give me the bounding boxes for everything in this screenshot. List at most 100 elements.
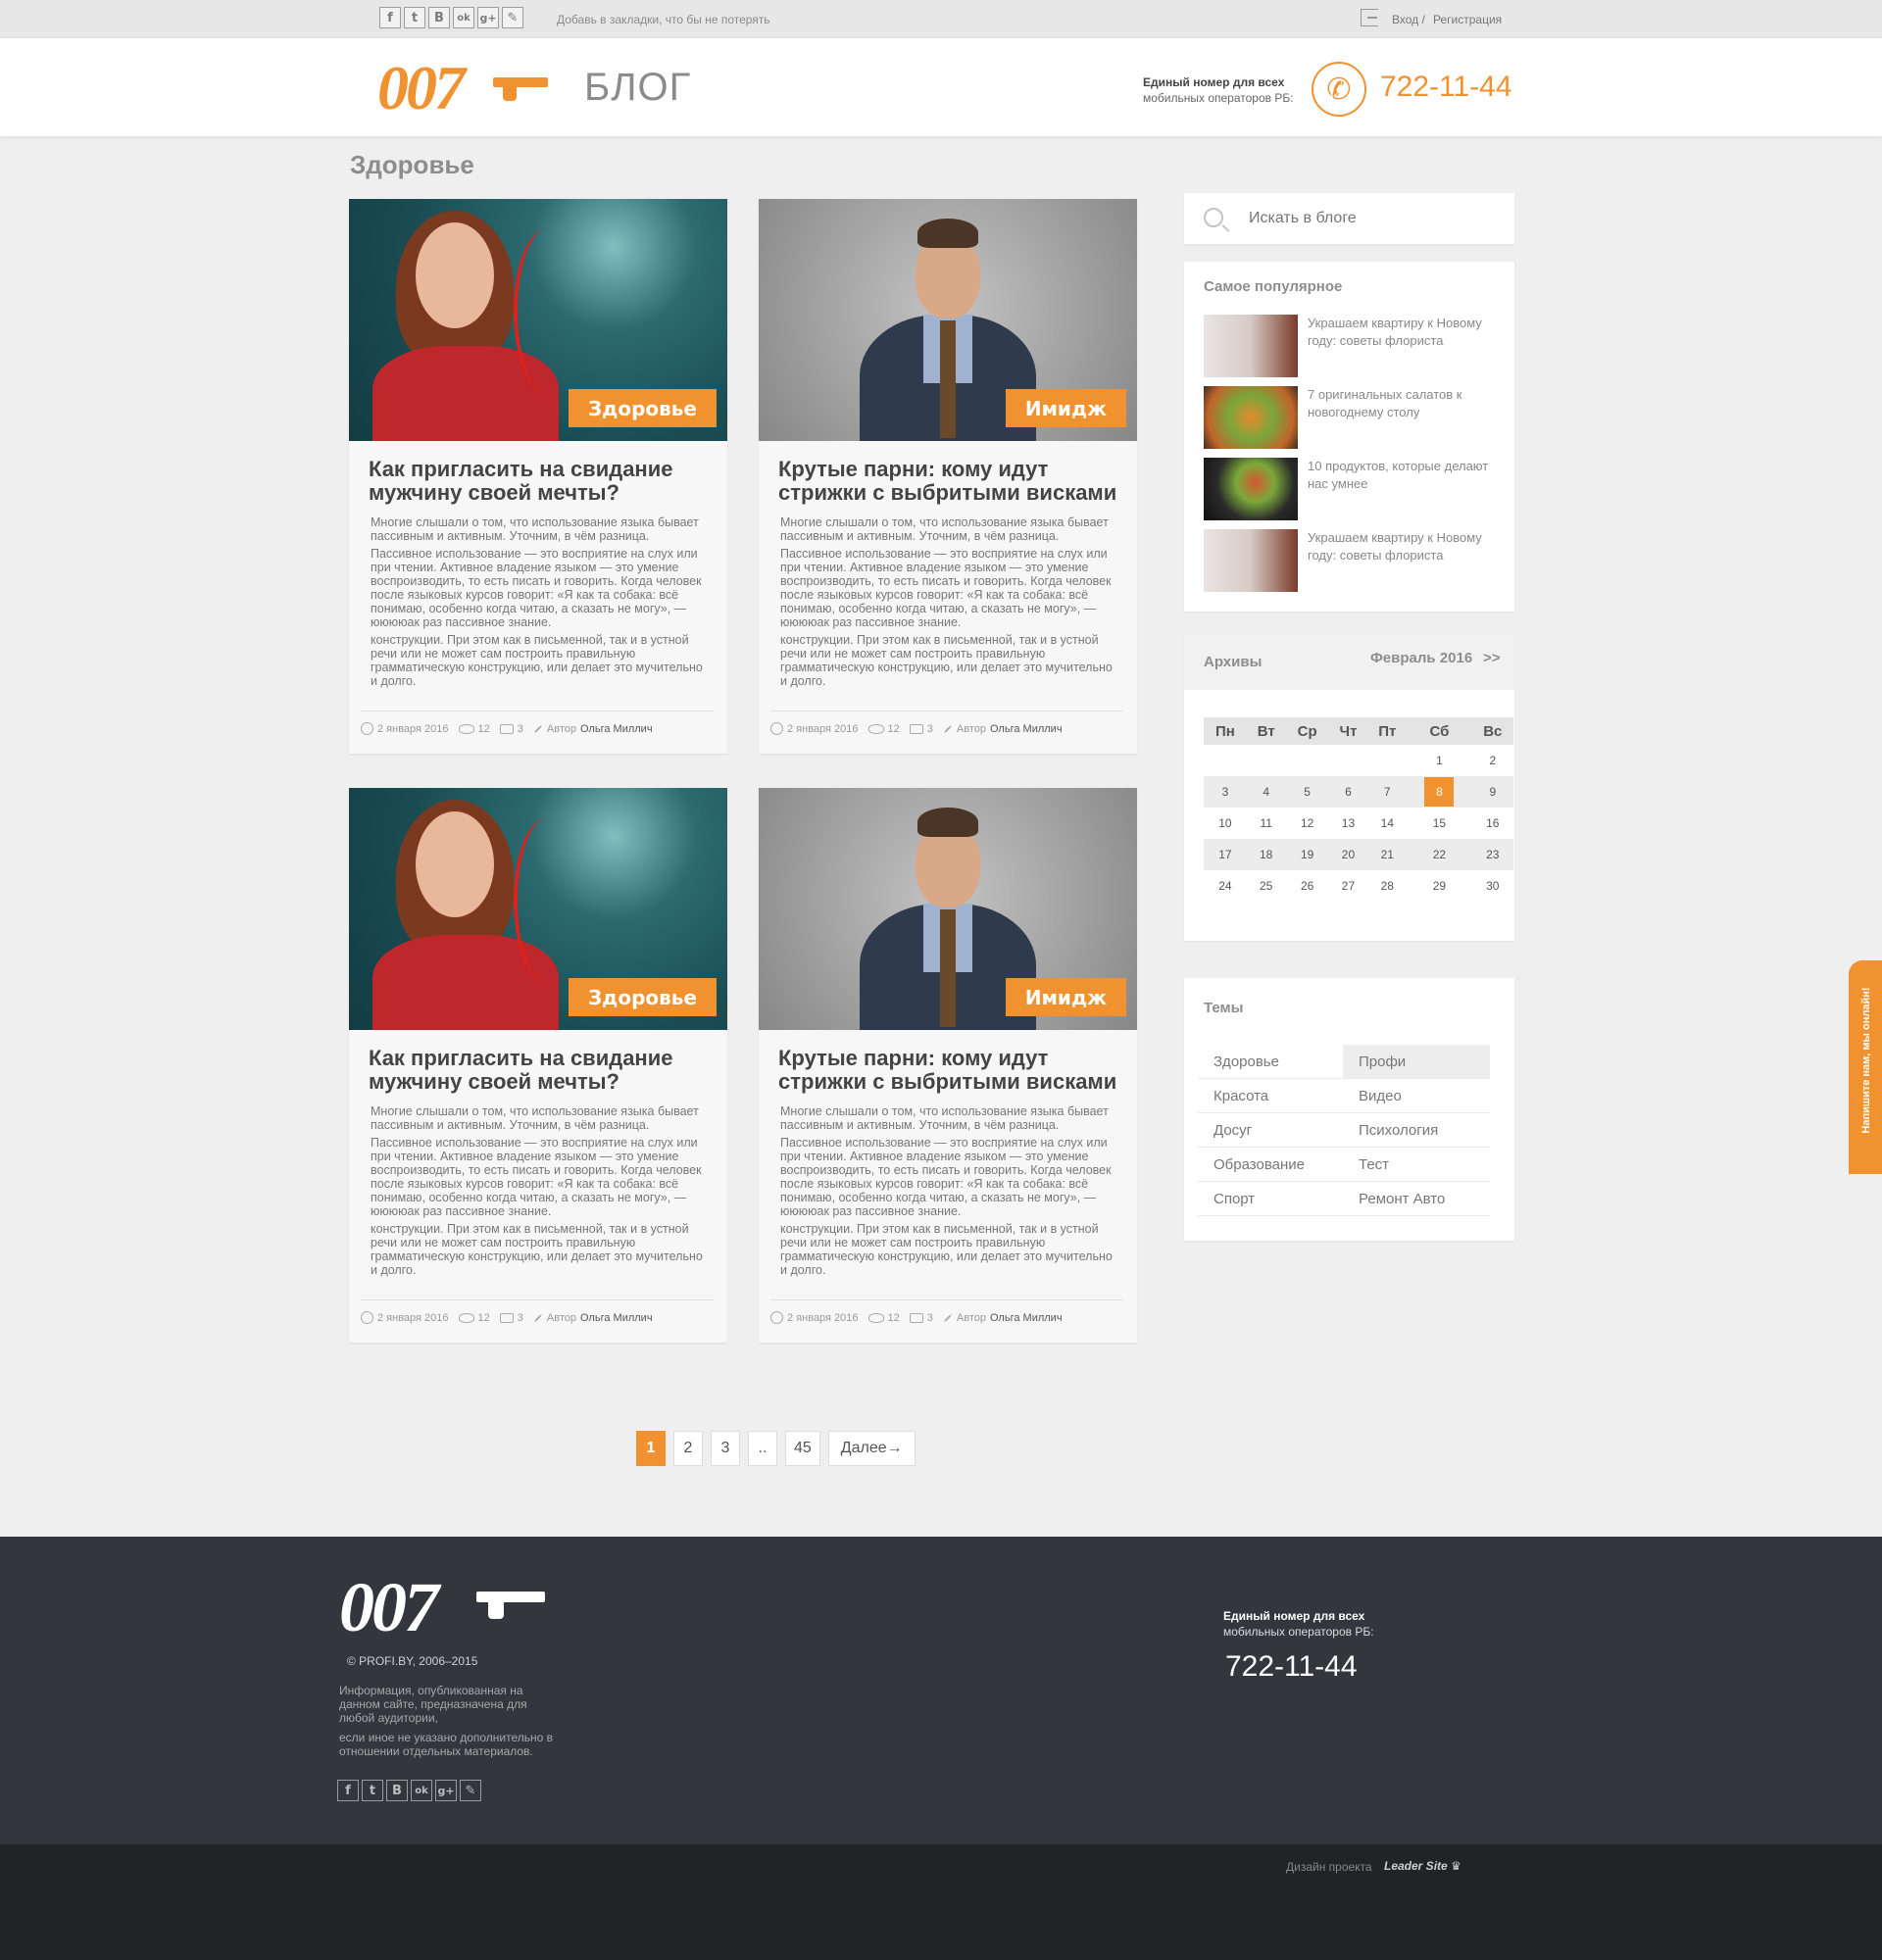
- vk-icon[interactable]: B: [428, 7, 450, 28]
- author-name[interactable]: Ольга Миллич: [990, 723, 1063, 735]
- article-card[interactable]: Имидж Крутые парни: кому идут стрижки с …: [759, 788, 1137, 1343]
- calendar-day[interactable]: 27: [1329, 870, 1368, 902]
- design-credit-brand[interactable]: Leader Site ♛: [1384, 1859, 1461, 1873]
- calendar-day[interactable]: 30: [1472, 870, 1513, 902]
- popular-item-title[interactable]: Украшаем квартиру к Новому году: советы …: [1308, 315, 1498, 377]
- calendar-day[interactable]: 23: [1471, 839, 1513, 870]
- theme-link[interactable]: Ремонт Авто: [1343, 1182, 1490, 1216]
- search-icon[interactable]: [1204, 208, 1223, 227]
- calendar-day[interactable]: 16: [1472, 808, 1513, 839]
- category-tag[interactable]: Здоровье: [568, 978, 717, 1016]
- popular-thumbnail[interactable]: [1204, 386, 1298, 449]
- next-page-button[interactable]: Далее→: [827, 1431, 916, 1466]
- article-title[interactable]: Крутые парни: кому идут стрижки с выбрит…: [778, 458, 1121, 505]
- footer-phone[interactable]: 722-11-44: [1225, 1650, 1358, 1684]
- register-link[interactable]: Регистрация: [1433, 13, 1502, 26]
- livejournal-icon[interactable]: ✎: [502, 7, 523, 28]
- popular-item[interactable]: 7 оригинальных салатов к новогоднему сто…: [1204, 386, 1498, 449]
- author-name[interactable]: Ольга Миллич: [580, 723, 653, 735]
- calendar-day[interactable]: 21: [1367, 839, 1408, 870]
- calendar-day[interactable]: 17: [1204, 839, 1247, 870]
- calendar-day[interactable]: 11: [1247, 808, 1286, 839]
- calendar-day[interactable]: 2: [1472, 745, 1513, 776]
- theme-link[interactable]: Здоровье: [1198, 1045, 1343, 1079]
- theme-link[interactable]: Красота: [1198, 1079, 1343, 1113]
- next-month-arrow[interactable]: >>: [1483, 650, 1501, 666]
- popular-item[interactable]: Украшаем квартиру к Новому году: советы …: [1204, 315, 1498, 377]
- phone-icon[interactable]: ✆: [1312, 62, 1366, 117]
- google-plus-icon[interactable]: g+: [435, 1780, 457, 1801]
- calendar-day[interactable]: 20: [1328, 839, 1368, 870]
- calendar-day[interactable]: 14: [1367, 808, 1407, 839]
- facebook-icon[interactable]: f: [337, 1780, 359, 1801]
- theme-link[interactable]: Видео: [1343, 1079, 1490, 1113]
- category-tag[interactable]: Имидж: [1005, 978, 1126, 1016]
- calendar-day[interactable]: 25: [1247, 870, 1286, 902]
- login-icon[interactable]: [1361, 9, 1378, 26]
- calendar-day[interactable]: 3: [1204, 776, 1247, 808]
- popular-thumbnail[interactable]: [1204, 315, 1298, 377]
- article-card[interactable]: Здоровье Как пригласить на свидание мужч…: [349, 788, 727, 1343]
- page-button[interactable]: 45: [785, 1431, 820, 1466]
- popular-item-title[interactable]: 10 продуктов, которые делают нас умнее: [1308, 458, 1498, 520]
- category-tag[interactable]: Здоровье: [568, 389, 717, 427]
- calendar-day[interactable]: 12: [1286, 808, 1329, 839]
- odnoklassniki-icon[interactable]: ok: [453, 7, 474, 28]
- calendar-day[interactable]: 28: [1367, 870, 1407, 902]
- article-image[interactable]: Имидж: [759, 788, 1137, 1030]
- theme-link[interactable]: Досуг: [1198, 1113, 1343, 1148]
- theme-link[interactable]: Образование: [1198, 1148, 1343, 1182]
- article-image[interactable]: Здоровье: [349, 199, 727, 441]
- calendar-day[interactable]: 6: [1328, 776, 1368, 808]
- twitter-icon[interactable]: t: [362, 1780, 383, 1801]
- popular-item-title[interactable]: 7 оригинальных салатов к новогоднему сто…: [1308, 386, 1498, 449]
- calendar-day[interactable]: 26: [1286, 870, 1329, 902]
- twitter-icon[interactable]: t: [404, 7, 425, 28]
- theme-link[interactable]: Тест: [1343, 1148, 1490, 1182]
- calendar-day[interactable]: 13: [1329, 808, 1368, 839]
- article-image[interactable]: Имидж: [759, 199, 1137, 441]
- page-button[interactable]: 3: [711, 1431, 740, 1466]
- calendar-day[interactable]: 10: [1204, 808, 1247, 839]
- calendar-day[interactable]: 18: [1246, 839, 1286, 870]
- odnoklassniki-icon[interactable]: ok: [411, 1780, 432, 1801]
- popular-thumbnail[interactable]: [1204, 458, 1298, 520]
- chat-side-tab[interactable]: Напишите нам, мы онлайн!: [1849, 960, 1882, 1174]
- calendar-day-today[interactable]: 8: [1407, 776, 1472, 808]
- calendar-day[interactable]: 5: [1285, 776, 1329, 808]
- popular-item[interactable]: 10 продуктов, которые делают нас умнее: [1204, 458, 1498, 520]
- article-title[interactable]: Как пригласить на свидание мужчину своей…: [369, 1047, 712, 1094]
- theme-link[interactable]: Спорт: [1198, 1182, 1343, 1216]
- page-button[interactable]: 2: [673, 1431, 703, 1466]
- login-link[interactable]: Вход /: [1392, 13, 1425, 26]
- popular-item[interactable]: Украшаем квартиру к Новому году: советы …: [1204, 529, 1498, 592]
- chat-side-tab-label[interactable]: Напишите нам, мы онлайн!: [1860, 968, 1872, 1152]
- popular-thumbnail[interactable]: [1204, 529, 1298, 592]
- calendar-day[interactable]: 9: [1471, 776, 1513, 808]
- livejournal-icon[interactable]: ✎: [460, 1780, 481, 1801]
- calendar-day[interactable]: 19: [1285, 839, 1329, 870]
- calendar-day[interactable]: 24: [1204, 870, 1247, 902]
- page-button-current[interactable]: 1: [636, 1431, 666, 1466]
- calendar-day[interactable]: 15: [1407, 808, 1471, 839]
- search-input[interactable]: [1249, 207, 1494, 230]
- calendar-day[interactable]: 4: [1246, 776, 1286, 808]
- calendar-day[interactable]: 22: [1407, 839, 1472, 870]
- author-name[interactable]: Ольга Миллич: [580, 1312, 653, 1324]
- calendar-day[interactable]: 7: [1367, 776, 1408, 808]
- footer-logo[interactable]: 007: [339, 1568, 555, 1646]
- site-logo[interactable]: 007: [377, 54, 549, 122]
- facebook-icon[interactable]: f: [379, 7, 401, 28]
- calendar-day[interactable]: 1: [1407, 745, 1471, 776]
- category-tag[interactable]: Имидж: [1005, 389, 1126, 427]
- google-plus-icon[interactable]: g+: [477, 7, 499, 28]
- article-title[interactable]: Как пригласить на свидание мужчину своей…: [369, 458, 712, 505]
- article-card[interactable]: Здоровье Как пригласить на свидание мужч…: [349, 199, 727, 754]
- article-card[interactable]: Имидж Крутые парни: кому идут стрижки с …: [759, 199, 1137, 754]
- article-title[interactable]: Крутые парни: кому идут стрижки с выбрит…: [778, 1047, 1121, 1094]
- header-phone[interactable]: 722-11-44: [1380, 71, 1512, 104]
- theme-link[interactable]: Профи: [1343, 1045, 1490, 1079]
- author-name[interactable]: Ольга Миллич: [990, 1312, 1063, 1324]
- search-box[interactable]: [1184, 193, 1514, 244]
- popular-item-title[interactable]: Украшаем квартиру к Новому году: советы …: [1308, 529, 1498, 592]
